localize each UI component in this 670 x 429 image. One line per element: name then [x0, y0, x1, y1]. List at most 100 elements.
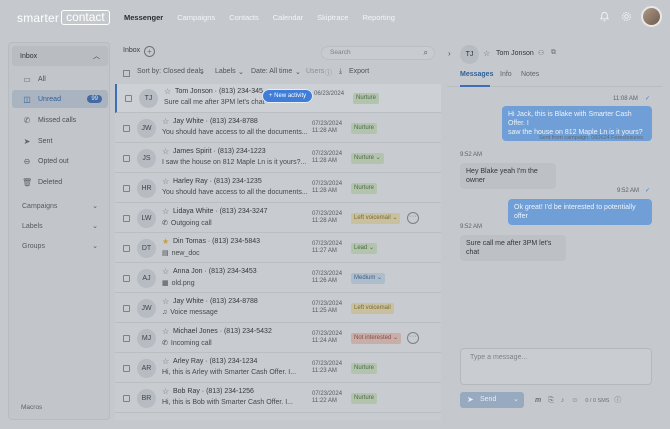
nav-contacts[interactable]: Contacts	[229, 13, 259, 22]
row-checkbox[interactable]	[125, 95, 132, 102]
add-icon[interactable]: +	[144, 46, 155, 57]
sidebar-section-campaigns[interactable]: Campaigns ⌄	[12, 198, 108, 214]
status-badge[interactable]: Left voicemail	[351, 303, 394, 314]
message-input[interactable]: Type a message...	[460, 348, 652, 385]
sidebar-item-all[interactable]: ▭ All	[12, 70, 108, 88]
row-checkbox[interactable]	[123, 305, 130, 312]
table-row[interactable]: DT ★ Din Tomas · (813) 234-5843 ▤ new_doc 07/…	[115, 234, 441, 263]
row-checkbox[interactable]	[123, 125, 130, 132]
star-icon[interactable]: ☆	[164, 87, 171, 96]
status-badge[interactable]: Medium ⌄	[351, 273, 386, 284]
status-badge[interactable]: Nurture	[353, 93, 380, 104]
bell-icon[interactable]	[597, 10, 611, 24]
external-link-icon[interactable]: ⧉	[551, 49, 556, 57]
table-row[interactable]: AR ☆ Arley Ray · (813) 234-1234 Hi, this is…	[115, 354, 441, 383]
export-button[interactable]: Export	[349, 68, 369, 75]
info-icon: ⓘ	[325, 70, 332, 77]
table-row[interactable]: JW ☆ Jay White · (813) 234-8788 You should …	[115, 114, 441, 143]
macro-icon[interactable]: m	[535, 397, 541, 404]
star-icon[interactable]: ☆	[483, 49, 490, 58]
preview-type-icon: ✆	[162, 340, 168, 347]
chevron-right-icon[interactable]: ›	[448, 49, 451, 58]
table-row[interactable]: MJ ☆ Michael Jones · (813) 234-5432 ✆ Incomi…	[115, 324, 441, 353]
row-checkbox[interactable]	[123, 215, 130, 222]
row-checkbox[interactable]	[123, 365, 130, 372]
row-checkbox[interactable]	[123, 155, 130, 162]
list-header: Inbox + Search ⌕	[115, 42, 441, 62]
mic-icon[interactable]: ♪	[561, 397, 565, 404]
attach-icon[interactable]: ⎘	[548, 397, 554, 404]
row-date: 07/23/2024 11:24 AM	[312, 331, 342, 345]
more-options-icon[interactable]: ···	[407, 332, 419, 344]
table-row[interactable]: LW ☆ Lidaya White · (813) 234-3247 ✆ Outgoin…	[115, 204, 441, 233]
message-preview: ✆ Outgoing call	[162, 219, 212, 227]
row-checkbox[interactable]	[123, 335, 130, 342]
search-input[interactable]: Search ⌕	[321, 46, 435, 60]
star-icon[interactable]: ☆	[162, 117, 169, 126]
row-checkbox[interactable]	[123, 395, 130, 402]
star-icon[interactable]: ☆	[162, 207, 169, 216]
sidebar-section-labels[interactable]: Labels ⌄	[12, 218, 108, 234]
table-row[interactable]: TJ ☆ Tom Jonson · (813) 234-345 Sure call m…	[115, 84, 441, 113]
status-badge[interactable]: Lead ⌄	[351, 243, 378, 254]
sidebar-macros[interactable]: Macros	[21, 404, 42, 411]
sidebar-header[interactable]: Inbox ︿	[12, 46, 108, 66]
add-contact-icon[interactable]: ⚇	[538, 49, 544, 57]
row-date-value: 07/23/2024	[312, 301, 343, 307]
row-time-value: 11:25 AM	[312, 308, 337, 314]
nav-reporting[interactable]: Reporting	[362, 13, 395, 22]
sidebar-section-groups[interactable]: Groups ⌄	[12, 238, 108, 254]
table-row[interactable]: AJ ☆ Anna Jon · (813) 234-3453 ▦ old.png 07/2…	[115, 264, 441, 293]
sidebar-item-unread[interactable]: ◫ Unread 99	[12, 90, 108, 108]
sidebar-item-missed-calls[interactable]: ✆ Missed calls	[12, 111, 108, 129]
row-date-value: 07/23/2024	[312, 151, 343, 157]
status-badge[interactable]: Left voicemail ⌄	[351, 213, 401, 224]
status-badge[interactable]: Nurture	[351, 123, 378, 134]
new-activity-button[interactable]: + New activity	[262, 89, 314, 103]
status-badge[interactable]: Nurture	[351, 183, 378, 194]
emoji-icon[interactable]: ☺	[571, 397, 578, 404]
nav-campaigns[interactable]: Campaigns	[177, 13, 215, 22]
status-badge[interactable]: Nurture	[351, 393, 378, 404]
table-row[interactable]: BR ☆ Bob Ray · (813) 234-1256 Hi, this is B…	[115, 384, 441, 413]
row-checkbox[interactable]	[123, 275, 130, 282]
star-icon[interactable]: ☆	[162, 177, 169, 186]
sort-chevron-icon: ⌄	[199, 69, 205, 76]
more-options-icon[interactable]: ···	[407, 212, 419, 224]
gear-icon[interactable]	[619, 10, 633, 24]
user-avatar[interactable]	[641, 6, 662, 27]
status-badge[interactable]: Nurture	[351, 363, 378, 374]
sort-dropdown[interactable]: Sort by: Closed deals	[137, 68, 204, 75]
star-icon[interactable]: ☆	[162, 387, 169, 396]
table-row[interactable]: JS ☆ James Spirit · (813) 234-1223 I saw th…	[115, 144, 441, 173]
tab-notes[interactable]: Notes	[521, 71, 539, 78]
send-button[interactable]: ➤ Send ⌄	[460, 392, 524, 408]
star-icon[interactable]: ☆	[162, 297, 169, 306]
row-time-value: 11:28 AM	[312, 218, 337, 224]
status-badge[interactable]: Not interested ⌄	[351, 333, 402, 344]
table-row[interactable]: JW ☆ Jay White · (813) 234-8788 ♫ Voice mess…	[115, 294, 441, 323]
star-icon[interactable]: ★	[162, 237, 169, 246]
sidebar-item-sent[interactable]: ➤ Sent	[12, 132, 108, 150]
logo[interactable]: smarter contact	[17, 10, 110, 25]
labels-filter[interactable]: Labels	[215, 68, 236, 75]
tab-info[interactable]: Info	[500, 71, 512, 78]
nav-skiptrace[interactable]: Skiptrace	[317, 13, 348, 22]
star-icon[interactable]: ☆	[162, 267, 169, 276]
message-preview: Hi, this is Bob with Smarter Cash Offer.…	[162, 399, 293, 406]
sidebar-item-deleted[interactable]: 🗑 Deleted	[12, 173, 108, 191]
users-filter[interactable]: Users	[306, 68, 324, 75]
row-checkbox[interactable]	[123, 185, 130, 192]
sidebar-item-opted-out[interactable]: ⊖ Opted out	[12, 152, 108, 170]
date-filter[interactable]: Date: All time	[251, 68, 292, 75]
tab-messages[interactable]: Messages	[460, 71, 493, 78]
star-icon[interactable]: ☆	[162, 327, 169, 336]
nav-messenger[interactable]: Messenger	[124, 13, 163, 22]
table-row[interactable]: HR ☆ Harley Ray · (813) 234-1235 You should…	[115, 174, 441, 203]
preview-text: You should have access to all the docume…	[162, 129, 308, 136]
status-badge[interactable]: Nurture ⌄	[351, 153, 384, 164]
star-icon[interactable]: ☆	[162, 147, 169, 156]
nav-calendar[interactable]: Calendar	[273, 13, 303, 22]
row-checkbox[interactable]	[123, 245, 130, 252]
star-icon[interactable]: ☆	[162, 357, 169, 366]
